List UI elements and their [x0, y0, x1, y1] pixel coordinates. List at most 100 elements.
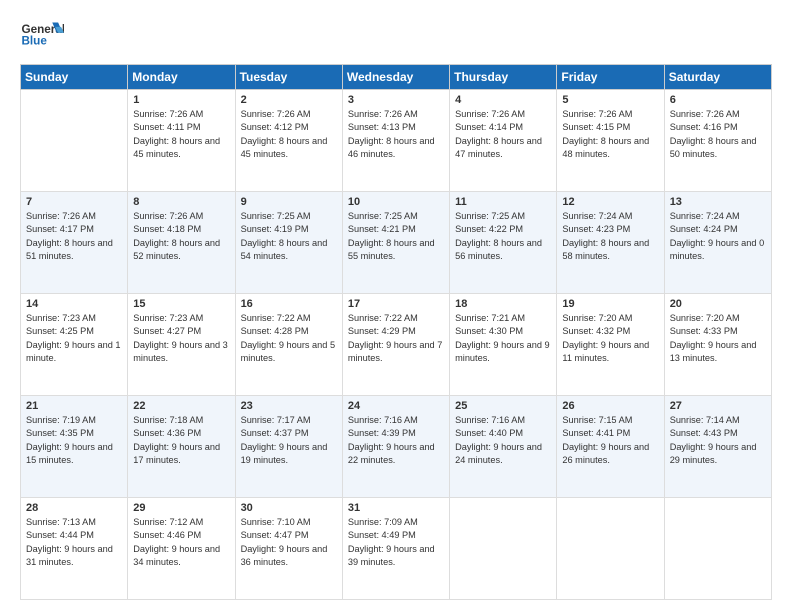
cell-info: Sunrise: 7:16 AM Sunset: 4:40 PM Dayligh…: [455, 414, 551, 467]
day-number: 16: [241, 298, 337, 310]
cell-info: Sunrise: 7:26 AM Sunset: 4:12 PM Dayligh…: [241, 108, 337, 161]
day-number: 8: [133, 196, 229, 208]
week-row: 1 Sunrise: 7:26 AM Sunset: 4:11 PM Daylig…: [21, 90, 772, 192]
day-number: 19: [562, 298, 658, 310]
day-number: 22: [133, 400, 229, 412]
week-row: 7Sunrise: 7:26 AM Sunset: 4:17 PM Daylig…: [21, 192, 772, 294]
calendar-cell: 9 Sunrise: 7:25 AM Sunset: 4:19 PM Daylig…: [235, 192, 342, 294]
day-number: 4: [455, 94, 551, 106]
day-number: 31: [348, 502, 444, 514]
calendar-cell: 20 Sunrise: 7:20 AM Sunset: 4:33 PM Dayli…: [664, 294, 771, 396]
day-number: 1: [133, 94, 229, 106]
cell-info: Sunrise: 7:13 AM Sunset: 4:44 PM Dayligh…: [26, 516, 122, 569]
calendar-cell: 23Sunrise: 7:17 AM Sunset: 4:37 PM Dayli…: [235, 396, 342, 498]
cell-info: Sunrise: 7:19 AM Sunset: 4:35 PM Dayligh…: [26, 414, 122, 467]
calendar-cell: 25 Sunrise: 7:16 AM Sunset: 4:40 PM Dayli…: [450, 396, 557, 498]
cell-info: Sunrise: 7:21 AM Sunset: 4:30 PM Dayligh…: [455, 312, 551, 365]
calendar-cell: 18 Sunrise: 7:21 AM Sunset: 4:30 PM Dayli…: [450, 294, 557, 396]
calendar-cell: 22 Sunrise: 7:18 AM Sunset: 4:36 PM Dayli…: [128, 396, 235, 498]
day-number: 20: [670, 298, 766, 310]
col-header-saturday: Saturday: [664, 65, 771, 90]
day-number: 9: [241, 196, 337, 208]
calendar-cell: [557, 498, 664, 600]
calendar-table: SundayMondayTuesdayWednesdayThursdayFrid…: [20, 64, 772, 600]
cell-info: Sunrise: 7:26 AM Sunset: 4:11 PM Dayligh…: [133, 108, 229, 161]
cell-info: Sunrise: 7:26 AM Sunset: 4:15 PM Dayligh…: [562, 108, 658, 161]
day-number: 25: [455, 400, 551, 412]
calendar-cell: [664, 498, 771, 600]
col-header-wednesday: Wednesday: [342, 65, 449, 90]
week-row: 21Sunrise: 7:19 AM Sunset: 4:35 PM Dayli…: [21, 396, 772, 498]
day-number: 12: [562, 196, 658, 208]
day-number: 30: [241, 502, 337, 514]
calendar-cell: 28 Sunrise: 7:13 AM Sunset: 4:44 PM Dayli…: [21, 498, 128, 600]
day-number: 3: [348, 94, 444, 106]
cell-info: Sunrise: 7:25 AM Sunset: 4:21 PM Dayligh…: [348, 210, 444, 263]
cell-info: Sunrise: 7:24 AM Sunset: 4:24 PM Dayligh…: [670, 210, 766, 263]
cell-info: Sunrise: 7:26 AM Sunset: 4:14 PM Dayligh…: [455, 108, 551, 161]
calendar-cell: 3 Sunrise: 7:26 AM Sunset: 4:13 PM Daylig…: [342, 90, 449, 192]
cell-info: Sunrise: 7:14 AM Sunset: 4:43 PM Dayligh…: [670, 414, 766, 467]
calendar-cell: 16Sunrise: 7:22 AM Sunset: 4:28 PM Dayli…: [235, 294, 342, 396]
cell-info: Sunrise: 7:26 AM Sunset: 4:16 PM Dayligh…: [670, 108, 766, 161]
day-number: 7: [26, 196, 122, 208]
cell-info: Sunrise: 7:22 AM Sunset: 4:29 PM Dayligh…: [348, 312, 444, 365]
calendar-cell: 27 Sunrise: 7:14 AM Sunset: 4:43 PM Dayli…: [664, 396, 771, 498]
calendar-cell: [450, 498, 557, 600]
day-number: 15: [133, 298, 229, 310]
logo: General Blue: [20, 16, 64, 54]
col-header-thursday: Thursday: [450, 65, 557, 90]
calendar-cell: 10 Sunrise: 7:25 AM Sunset: 4:21 PM Dayli…: [342, 192, 449, 294]
cell-info: Sunrise: 7:26 AM Sunset: 4:18 PM Dayligh…: [133, 210, 229, 263]
day-number: 11: [455, 196, 551, 208]
calendar-cell: 14Sunrise: 7:23 AM Sunset: 4:25 PM Dayli…: [21, 294, 128, 396]
calendar-cell: 29Sunrise: 7:12 AM Sunset: 4:46 PM Dayli…: [128, 498, 235, 600]
cell-info: Sunrise: 7:18 AM Sunset: 4:36 PM Dayligh…: [133, 414, 229, 467]
calendar-cell: 26Sunrise: 7:15 AM Sunset: 4:41 PM Dayli…: [557, 396, 664, 498]
calendar-cell: 19 Sunrise: 7:20 AM Sunset: 4:32 PM Dayli…: [557, 294, 664, 396]
day-number: 17: [348, 298, 444, 310]
calendar-cell: 24 Sunrise: 7:16 AM Sunset: 4:39 PM Dayli…: [342, 396, 449, 498]
week-row: 28 Sunrise: 7:13 AM Sunset: 4:44 PM Dayli…: [21, 498, 772, 600]
calendar-cell: 30 Sunrise: 7:10 AM Sunset: 4:47 PM Dayli…: [235, 498, 342, 600]
day-number: 5: [562, 94, 658, 106]
calendar-cell: 4 Sunrise: 7:26 AM Sunset: 4:14 PM Daylig…: [450, 90, 557, 192]
day-number: 6: [670, 94, 766, 106]
col-header-tuesday: Tuesday: [235, 65, 342, 90]
logo-icon: General Blue: [20, 16, 64, 54]
cell-info: Sunrise: 7:17 AM Sunset: 4:37 PM Dayligh…: [241, 414, 337, 467]
header: General Blue: [20, 16, 772, 54]
day-number: 27: [670, 400, 766, 412]
cell-info: Sunrise: 7:16 AM Sunset: 4:39 PM Dayligh…: [348, 414, 444, 467]
calendar-cell: 15 Sunrise: 7:23 AM Sunset: 4:27 PM Dayli…: [128, 294, 235, 396]
day-number: 14: [26, 298, 122, 310]
calendar-cell: 7Sunrise: 7:26 AM Sunset: 4:17 PM Daylig…: [21, 192, 128, 294]
day-number: 10: [348, 196, 444, 208]
col-header-monday: Monday: [128, 65, 235, 90]
cell-info: Sunrise: 7:20 AM Sunset: 4:32 PM Dayligh…: [562, 312, 658, 365]
day-number: 26: [562, 400, 658, 412]
page: General Blue SundayMondayTuesdayWednesda…: [0, 0, 792, 612]
cell-info: Sunrise: 7:10 AM Sunset: 4:47 PM Dayligh…: [241, 516, 337, 569]
calendar-cell: 31 Sunrise: 7:09 AM Sunset: 4:49 PM Dayli…: [342, 498, 449, 600]
week-row: 14Sunrise: 7:23 AM Sunset: 4:25 PM Dayli…: [21, 294, 772, 396]
day-number: 29: [133, 502, 229, 514]
col-header-sunday: Sunday: [21, 65, 128, 90]
day-number: 24: [348, 400, 444, 412]
day-number: 28: [26, 502, 122, 514]
calendar-cell: 21Sunrise: 7:19 AM Sunset: 4:35 PM Dayli…: [21, 396, 128, 498]
day-number: 13: [670, 196, 766, 208]
cell-info: Sunrise: 7:25 AM Sunset: 4:22 PM Dayligh…: [455, 210, 551, 263]
calendar-cell: 17 Sunrise: 7:22 AM Sunset: 4:29 PM Dayli…: [342, 294, 449, 396]
calendar-cell: 12 Sunrise: 7:24 AM Sunset: 4:23 PM Dayli…: [557, 192, 664, 294]
cell-info: Sunrise: 7:23 AM Sunset: 4:27 PM Dayligh…: [133, 312, 229, 365]
cell-info: Sunrise: 7:24 AM Sunset: 4:23 PM Dayligh…: [562, 210, 658, 263]
cell-info: Sunrise: 7:20 AM Sunset: 4:33 PM Dayligh…: [670, 312, 766, 365]
calendar-cell: [21, 90, 128, 192]
calendar-cell: 8 Sunrise: 7:26 AM Sunset: 4:18 PM Daylig…: [128, 192, 235, 294]
cell-info: Sunrise: 7:25 AM Sunset: 4:19 PM Dayligh…: [241, 210, 337, 263]
day-number: 18: [455, 298, 551, 310]
cell-info: Sunrise: 7:26 AM Sunset: 4:13 PM Dayligh…: [348, 108, 444, 161]
cell-info: Sunrise: 7:09 AM Sunset: 4:49 PM Dayligh…: [348, 516, 444, 569]
header-row: SundayMondayTuesdayWednesdayThursdayFrid…: [21, 65, 772, 90]
